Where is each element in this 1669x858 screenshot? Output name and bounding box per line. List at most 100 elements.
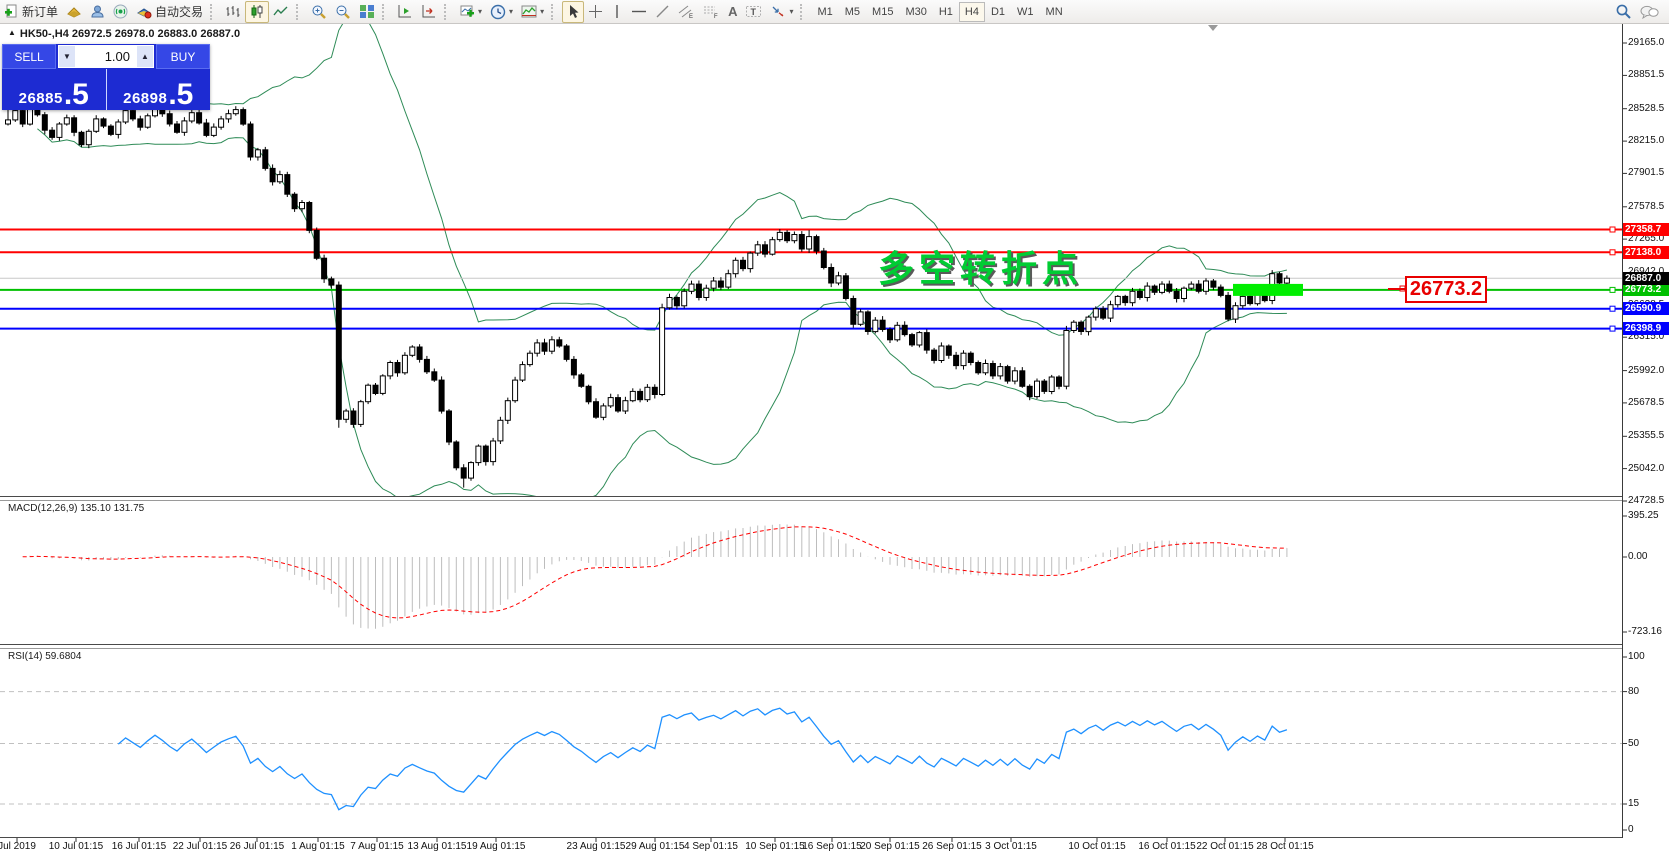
fibonacci-icon: F (704, 6, 718, 19)
time-axis-label: 22 Oct 01:15 (1196, 841, 1254, 852)
cursor-icon (570, 5, 579, 18)
candles-layer (5, 88, 1290, 488)
svg-text:F: F (714, 14, 718, 19)
time-axis-label: 28 Oct 01:15 (1256, 841, 1314, 852)
vline-tool-button[interactable] (607, 1, 627, 23)
time-axis-border (0, 837, 1622, 838)
tf-m5[interactable]: M5 (839, 2, 866, 22)
indicators-icon (521, 5, 537, 18)
chat-button[interactable] (1636, 1, 1663, 23)
dropdown-caret: ▾ (478, 7, 483, 16)
zoom-in-button[interactable] (307, 1, 331, 23)
autotrade-label: 自动交易 (155, 5, 204, 19)
price-tag: 27138.0 (1623, 246, 1669, 259)
candlestick-chart-icon (251, 5, 263, 18)
toolbar-grip (382, 3, 389, 20)
time-axis-label: 4 Sep 01:15 (684, 841, 738, 852)
new-chart-dropdown[interactable]: ▾ (455, 1, 486, 23)
tf-m15[interactable]: M15 (866, 2, 899, 22)
one-click-trading-panel: SELL ▼ 1.00 ▲ BUY 26885 .5 26898 .5 (2, 44, 210, 110)
chart-shift-button[interactable] (393, 1, 417, 23)
tf-h4[interactable]: H4 (958, 1, 985, 22)
sell-price[interactable]: 26885 .5 (2, 69, 107, 110)
panel-separator[interactable] (0, 644, 1622, 645)
autotrade-button[interactable]: 自动交易 (132, 1, 207, 23)
line-anchor (1609, 305, 1616, 312)
text-label-icon: T (746, 6, 762, 17)
community-button[interactable] (86, 1, 109, 23)
profiles-dropdown[interactable]: ▾ (486, 1, 517, 23)
channel-tool-button[interactable]: E (674, 1, 699, 23)
text-tool-icon: A (728, 4, 738, 19)
indicators-dropdown[interactable]: ▾ (517, 1, 548, 23)
sell-button[interactable]: SELL (2, 44, 56, 69)
price-axis-label: 25355.5 (1628, 430, 1665, 441)
panel-separator[interactable] (0, 496, 1622, 497)
buy-price[interactable]: 26898 .5 (107, 69, 211, 110)
zoom-out-button[interactable] (331, 1, 355, 23)
rsi-axis-label: 100 (1628, 651, 1645, 662)
rsi-axis-label: 0 (1628, 824, 1634, 835)
time-axis-label: 7 Aug 01:15 (350, 841, 404, 852)
trendline-tool-button[interactable] (651, 1, 674, 23)
new-order-label: 新订单 (22, 5, 59, 19)
vertical-line-icon (616, 5, 618, 18)
tf-m1[interactable]: M1 (811, 2, 838, 22)
search-button[interactable] (1611, 1, 1636, 23)
hline-tool-button[interactable] (627, 1, 651, 23)
line-chart-button[interactable] (269, 1, 293, 23)
time-axis-label: 16 Oct 01:15 (1138, 841, 1196, 852)
volume-decrease-button[interactable]: ▼ (58, 45, 76, 68)
buy-button[interactable]: BUY (156, 44, 210, 69)
tf-m30[interactable]: M30 (899, 2, 932, 22)
line-anchor (1609, 226, 1616, 233)
time-axis-label: 1 Aug 01:15 (291, 841, 345, 852)
panel-collapse-icon[interactable]: ▲ (8, 28, 16, 37)
text-tool-button[interactable]: A (724, 1, 741, 23)
tile-windows-button[interactable] (355, 1, 379, 23)
cursor-tool-button[interactable] (562, 0, 585, 23)
candle-chart-button[interactable] (245, 0, 270, 23)
new-order-button[interactable]: 新订单 (0, 1, 62, 23)
fibonacci-tool-button[interactable]: F (699, 1, 724, 23)
metaquotes-icon (67, 6, 81, 18)
toolbar-grip (444, 3, 451, 20)
time-axis-label: 19 Aug 01:15 (466, 841, 526, 852)
volume-input[interactable]: 1.00 (76, 45, 136, 68)
price-callout-label[interactable]: 26773.2 (1405, 276, 1487, 303)
shapes-dropdown[interactable]: ▾ (766, 1, 797, 23)
volume-increase-button[interactable]: ▲ (136, 45, 154, 68)
tf-mn[interactable]: MN (1040, 2, 1069, 22)
autoscroll-button[interactable] (417, 1, 441, 23)
price-axis-label: 27901.5 (1628, 167, 1665, 178)
rsi-axis-label: 15 (1628, 798, 1640, 809)
rsi-line (117, 707, 1288, 811)
new-order-icon (5, 4, 17, 18)
time-axis-label: 26 Jul 01:15 (229, 841, 285, 852)
chart-title-text: HK50-,H4 26972.5 26978.0 26883.0 26887.0 (19, 28, 241, 40)
tf-h1[interactable]: H1 (933, 2, 959, 22)
crosshair-tool-button[interactable] (584, 1, 607, 23)
price-axis-border (1622, 24, 1623, 838)
highlight-zone-rect (1233, 283, 1303, 296)
macd-axis-label: 395.25 (1628, 510, 1659, 521)
dropdown-caret: ▾ (509, 7, 514, 16)
news-signal-icon (113, 4, 128, 19)
time-axis-label: 23 Aug 01:15 (566, 841, 626, 852)
price-tag: 26887.0 (1623, 272, 1669, 285)
chart-shift-marker-icon[interactable] (1208, 25, 1218, 31)
label-tool-button[interactable]: T (741, 1, 766, 23)
tf-d1[interactable]: D1 (985, 2, 1011, 22)
toolbar-grip (296, 3, 303, 20)
time-axis-label: 10 Sep 01:15 (745, 841, 805, 852)
profile-icon (91, 5, 104, 18)
panel-separator (0, 648, 1622, 649)
buy-price-main: 26898 (123, 90, 168, 107)
tf-w1[interactable]: W1 (1011, 2, 1040, 22)
news-button[interactable] (109, 1, 132, 23)
bar-chart-button[interactable] (221, 1, 245, 23)
rsi-layer (0, 691, 1622, 811)
price-chart-canvas[interactable] (0, 0, 1669, 858)
macd-layer (22, 524, 1288, 629)
metaquotes-button[interactable] (62, 1, 86, 23)
